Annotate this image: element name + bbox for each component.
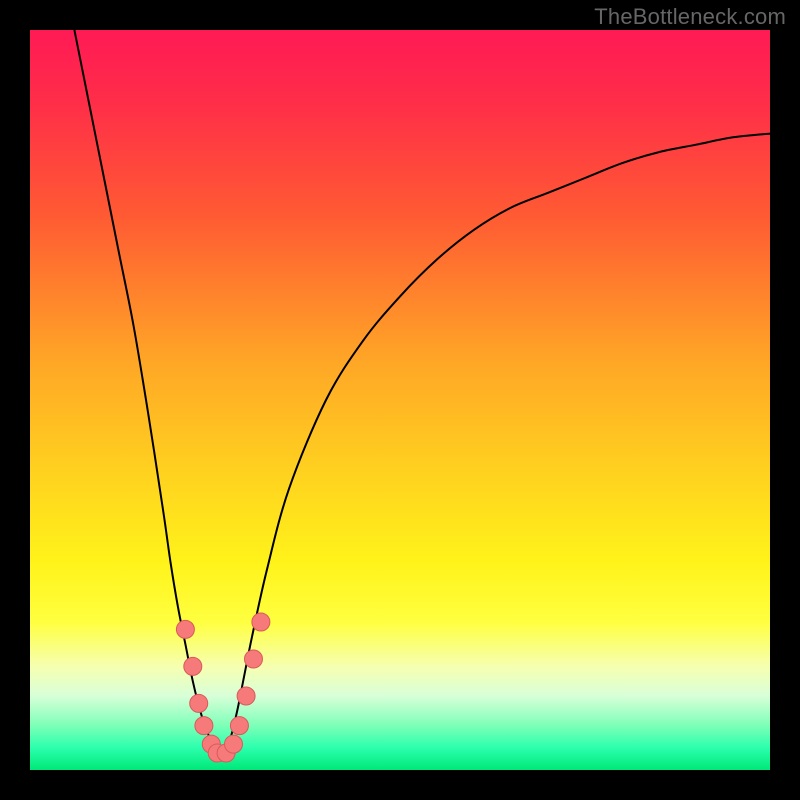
data-marker [190, 694, 208, 712]
data-marker [244, 650, 262, 668]
data-marker [176, 620, 194, 638]
data-markers [176, 613, 269, 762]
watermark-text: TheBottleneck.com [594, 4, 786, 30]
data-marker [237, 687, 255, 705]
curve-right-branch [222, 134, 770, 756]
data-marker [195, 717, 213, 735]
data-marker [225, 735, 243, 753]
data-marker [252, 613, 270, 631]
data-marker [230, 717, 248, 735]
plot-area [30, 30, 770, 770]
data-marker [184, 657, 202, 675]
chart-curves [30, 30, 770, 770]
curve-left-branch [74, 30, 222, 755]
chart-frame: TheBottleneck.com [0, 0, 800, 800]
